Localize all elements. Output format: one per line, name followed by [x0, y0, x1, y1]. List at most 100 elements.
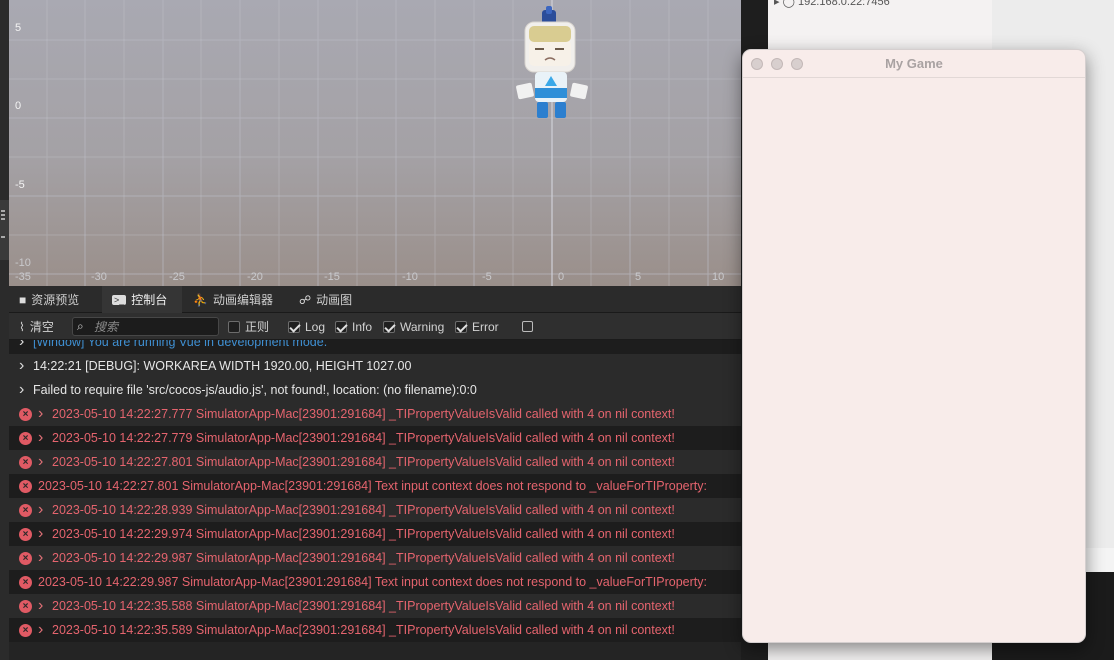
tab-console[interactable]: >_ 控制台 — [102, 286, 182, 313]
running-figure-icon: ⛹ — [193, 292, 208, 307]
game-window-title: My Game — [885, 56, 943, 71]
filter-label: Log — [305, 319, 326, 334]
filter-error[interactable]: Error — [455, 313, 499, 340]
log-row[interactable]: × › 2023-05-10 14:22:29.987 SimulatorApp-M… — [9, 546, 741, 570]
x-tick-label: -30 — [91, 271, 107, 283]
log-row[interactable]: × › 2023-05-10 14:22:27.801 SimulatorApp-M… — [9, 450, 741, 474]
dock-resize-handle[interactable] — [0, 200, 9, 260]
log-row[interactable]: × › 2023-05-10 14:22:35.588 SimulatorApp-M… — [9, 594, 741, 618]
tab-label: 资源预览 — [31, 293, 80, 307]
error-icon: × — [19, 599, 32, 613]
log-message: 2023-05-10 14:22:29.987 SimulatorApp-Mac… — [52, 551, 675, 565]
log-row[interactable]: × › 2023-05-10 14:22:35.589 SimulatorApp-M… — [9, 618, 741, 642]
collapse-toggle[interactable] — [522, 313, 533, 340]
expand-chevron-icon[interactable]: › — [38, 429, 46, 447]
tab-asset-preview[interactable]: ■ 资源预览 — [9, 286, 102, 313]
x-tick-label: -15 — [324, 271, 340, 283]
server-address-row[interactable]: ▸ ◯ 192.168.0.22:7456 — [774, 0, 890, 8]
expand-chevron-icon[interactable]: › — [19, 381, 27, 399]
x-tick-label: -25 — [169, 271, 185, 283]
search-field[interactable]: ⌕ — [72, 317, 219, 336]
error-icon: × — [19, 407, 32, 421]
filter-warning[interactable]: Warning — [383, 313, 444, 340]
x-tick-label: -5 — [482, 271, 492, 283]
log-message: 2023-05-10 14:22:27.801 SimulatorApp-Mac… — [38, 479, 707, 493]
expand-chevron-icon[interactable]: › — [38, 405, 46, 423]
x-tick-label: 10 — [712, 271, 725, 283]
expand-chevron-icon[interactable]: › — [38, 525, 46, 543]
log-row[interactable]: › 14:22:21 [DEBUG]: WORKAREA WIDTH 1920.0… — [9, 354, 741, 378]
left-dock-strip — [0, 0, 9, 660]
regex-checkbox[interactable] — [228, 320, 240, 333]
console-toolbar: ⌇ 清空 ⌕ 正则 Log Info Warning — [9, 313, 741, 340]
x-tick-label: 5 — [635, 271, 642, 283]
tab-animation-editor[interactable]: ⛹ 动画编辑器 — [183, 286, 288, 313]
log-row[interactable]: × 2023-05-10 14:22:29.987 SimulatorApp-Ma… — [9, 570, 741, 594]
y-tick-label: 0 — [15, 100, 22, 112]
log-message: [Window] You are running Vue in developm… — [33, 340, 328, 349]
filter-label: 正则 — [245, 320, 270, 334]
log-message: 2023-05-10 14:22:35.588 SimulatorApp-Mac… — [52, 599, 675, 613]
error-icon: × — [19, 455, 32, 469]
info-checkbox[interactable] — [335, 320, 347, 333]
document-icon — [522, 321, 533, 332]
tab-animation-graph[interactable]: ☍ 动画图 — [289, 286, 379, 313]
error-icon: × — [19, 503, 32, 517]
expand-chevron-icon[interactable]: › — [38, 621, 46, 639]
broom-icon: ⌇ — [19, 319, 25, 334]
log-message: 2023-05-10 14:22:28.939 SimulatorApp-Mac… — [52, 503, 675, 517]
error-checkbox[interactable] — [455, 320, 467, 333]
game-window[interactable]: My Game — [742, 49, 1086, 643]
search-input[interactable] — [94, 319, 214, 334]
expand-chevron-icon[interactable]: › — [19, 357, 27, 375]
log-message: Failed to require file 'src/cocos-js/aud… — [33, 383, 477, 397]
clear-button[interactable]: ⌇ 清空 — [19, 313, 54, 340]
warning-checkbox[interactable] — [383, 320, 395, 333]
panel-tabs: ■ 资源预览 >_ 控制台 ⛹ 动画编辑器 ☍ 动画图 — [9, 286, 741, 313]
log-checkbox[interactable] — [288, 320, 300, 333]
x-tick-label: -35 — [15, 271, 31, 283]
console-panel: ■ 资源预览 >_ 控制台 ⛹ 动画编辑器 ☍ 动画图 ⌇ 清空 ⌕ 搜索 正则… — [9, 286, 741, 660]
error-icon: × — [19, 623, 32, 637]
scene-viewport[interactable]: 5 0 -5 -10 -35 -30 -25 -20 -15 -10 -5 0 … — [9, 0, 741, 286]
log-row[interactable]: × › 2023-05-10 14:22:28.939 SimulatorApp-M… — [9, 498, 741, 522]
animation-graph-icon: ☍ — [299, 292, 312, 307]
log-message: 2023-05-10 14:22:29.987 SimulatorApp-Mac… — [38, 575, 707, 589]
error-icon: × — [19, 575, 32, 589]
expand-chevron-icon[interactable]: › — [38, 597, 46, 615]
x-tick-label: 0 — [558, 271, 565, 283]
log-message: 2023-05-10 14:22:27.779 SimulatorApp-Mac… — [52, 431, 675, 445]
filter-log[interactable]: Log — [288, 313, 325, 340]
character-sprite[interactable] — [509, 4, 599, 129]
terminal-icon: >_ — [112, 294, 127, 305]
filter-info[interactable]: Info — [335, 313, 372, 340]
log-row[interactable]: › [Window] You are running Vue in develop… — [9, 340, 741, 354]
log-row[interactable]: × › 2023-05-10 14:22:27.777 SimulatorApp-M… — [9, 402, 741, 426]
log-row[interactable]: × › 2023-05-10 14:22:27.779 SimulatorApp-M… — [9, 426, 741, 450]
y-tick-label: -10 — [15, 257, 31, 269]
error-icon: × — [19, 479, 32, 493]
log-message: 2023-05-10 14:22:35.589 SimulatorApp-Mac… — [52, 623, 675, 637]
x-tick-label: -10 — [402, 271, 418, 283]
tab-label: 动画图 — [316, 293, 353, 307]
filter-label: Error — [472, 319, 499, 334]
error-icon: × — [19, 551, 32, 565]
error-icon: × — [19, 527, 32, 541]
console-log-list: › [Window] You are running Vue in develop… — [9, 340, 741, 660]
expand-chevron-icon[interactable]: › — [38, 501, 46, 519]
log-row[interactable]: × › 2023-05-10 14:22:29.974 SimulatorApp-M… — [9, 522, 741, 546]
log-row[interactable]: › Failed to require file 'src/cocos-js/au… — [9, 378, 741, 402]
filter-label: Info — [352, 319, 373, 334]
filter-regex[interactable]: 正则 — [228, 313, 269, 340]
log-message: 14:22:21 [DEBUG]: WORKAREA WIDTH 1920.00… — [33, 359, 412, 373]
expand-chevron-icon[interactable]: › — [38, 453, 46, 471]
expand-chevron-icon[interactable]: › — [38, 549, 46, 567]
log-row[interactable]: × 2023-05-10 14:22:27.801 SimulatorApp-Ma… — [9, 474, 741, 498]
y-tick-label: -5 — [15, 179, 25, 191]
log-message: 2023-05-10 14:22:29.974 SimulatorApp-Mac… — [52, 527, 675, 541]
expand-chevron-icon[interactable]: › — [19, 340, 27, 351]
editor-window: 5 0 -5 -10 -35 -30 -25 -20 -15 -10 -5 0 … — [0, 0, 1114, 660]
scene-grid — [9, 0, 741, 286]
tab-label: 动画编辑器 — [212, 293, 273, 307]
game-titlebar[interactable]: My Game — [743, 50, 1085, 78]
